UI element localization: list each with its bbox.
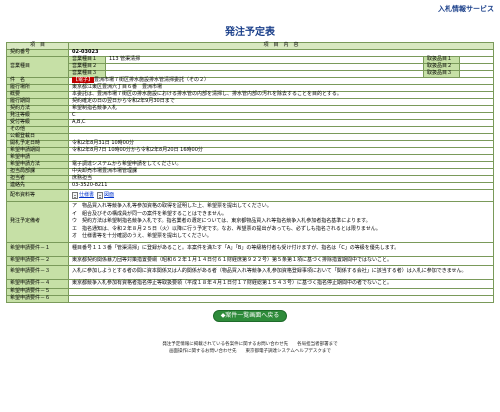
row-tel: 連絡先 03-3520-8211 xyxy=(6,182,494,190)
label-tel: 連絡先 xyxy=(6,182,69,190)
value-method: 希望制指名競争入札 xyxy=(68,105,494,113)
value-period: 契約確定の日の翌日から令和2年9月30日まで xyxy=(68,98,494,106)
value-req5 xyxy=(68,287,494,296)
row-docs: 配布資料等 仕様書 図面 xyxy=(6,189,494,202)
row-nomination: 発注予定備考 ア 物品買入れ等競争入札等参加資格の取得を証明した上、希望票を提出… xyxy=(6,201,494,243)
label-req5: 希望申請要件－５ xyxy=(6,287,69,296)
list-item: イ 組合及びその構成員が同一の案件を希望することはできません。 xyxy=(72,210,227,217)
label-req3: 希望申請要件－３ xyxy=(6,264,69,280)
business-value-1: 113 管渠清掃 xyxy=(105,56,424,64)
row-req3: 希望申請要件－３ 入札に参加しようとする者の間に資本関係又は人的関係がある者（物… xyxy=(6,264,494,280)
value-person: 庶務担当 xyxy=(68,175,494,183)
label-docs: 配布資料等 xyxy=(6,189,69,202)
value-nomination: ア 物品買入れ等競争入札等参加資格の取得を証明した上、希望票を提出してください。… xyxy=(68,201,494,243)
value-accept-grade: A,B,C xyxy=(68,119,494,127)
label-business: 営業種目 xyxy=(6,56,69,78)
row-req2: 希望申請要件－２ 東京都契約関係暴力団等対策措置要綱（昭和６２年１月１４日付６１… xyxy=(6,255,494,266)
value-req6 xyxy=(68,294,494,303)
list-item: ア 物品買入れ等競争入札等参加資格の取得を証明した上、希望票を提出してください。 xyxy=(72,203,272,209)
file-icon[interactable] xyxy=(97,192,104,199)
value-dept: 中央卸売市場豊洲市場管理課 xyxy=(68,168,494,176)
file-link-drawing[interactable]: 図面 xyxy=(104,192,114,199)
value-other xyxy=(68,126,494,134)
value-tel: 03-3520-8211 xyxy=(68,182,494,190)
value-apply-period: 令和2年8月7日 10時00分から令和2年8月20日 16時00分 xyxy=(68,147,494,155)
row-other: その他 xyxy=(6,126,494,134)
file-list: 仕様書 図面 xyxy=(72,192,490,199)
value-req3: 入札に参加しようとする者の間に資本関係又は人的関係がある者（物品買入れ等競争入札… xyxy=(68,264,494,280)
business-value-2 xyxy=(105,63,424,71)
value-req2: 東京都契約関係暴力団等対策措置要綱（昭和６２年１月１４日付６１財経庶第９２２号）… xyxy=(68,255,494,266)
footer: 発注予定情報に掲載されている各案件に関するお問い合わせ先 各局担当者部署まで 画… xyxy=(0,341,500,356)
row-req1: 希望申請要件－１ 種目番号１１３番「管渠清掃」に登録があること。本案件を満たす「… xyxy=(6,241,494,257)
footer-contact-line: 発注予定情報に掲載されている各案件に関するお問い合わせ先 各局担当者部署まで xyxy=(162,341,338,347)
footer-help-line: 画面操作に関するお問い合わせ先 東京都電子調達システムヘルプデスクまで xyxy=(169,349,331,355)
label-nomination: 発注予定備考 xyxy=(6,201,69,243)
label-req4: 希望申請要件－４ xyxy=(6,278,69,289)
file-icon[interactable] xyxy=(72,192,78,199)
header-content: 項 目 内 容 xyxy=(68,42,494,50)
item-value-3 xyxy=(458,70,495,78)
list-item: オ 仕様書等を十分確認のうえ、希望票を提出してください。 xyxy=(72,233,212,239)
row-method: 契約方法 希望制指名競争入札 xyxy=(6,105,494,113)
list-item: ウ 契約方法は希望制指名競争入札です。指名業者の選定については、東京都物品買入れ… xyxy=(72,218,371,224)
value-req4: 東京都競争入札参加有資格者指名停止等取扱要領（平成１８年４月１日付１７財経総第１… xyxy=(68,278,494,289)
label-req2: 希望申請要件－２ xyxy=(6,255,69,266)
subject-text: 豊洲市場７街区排水施設排水管清掃委託（その２） xyxy=(94,77,210,84)
item-value-1 xyxy=(458,56,495,64)
label-req6: 希望申請要件－６ xyxy=(6,294,69,303)
electronic-tag: 【電子】 xyxy=(72,77,95,84)
order-detail-table: 項 目 項 目 内 容 契約番号 02-03023 営業種目 営業種目１ 113… xyxy=(6,42,495,303)
row-req6: 希望申請要件－６ xyxy=(6,294,494,303)
value-grade: C xyxy=(68,112,494,120)
file-item-drawing[interactable]: 図面 xyxy=(97,192,114,199)
button-row: ◆案件一覧画面へ戻る xyxy=(0,309,500,324)
item-code-3: 取扱品目３ xyxy=(422,70,460,78)
row-apply-period: 希望申請期間 令和2年8月7日 10時00分から令和2年8月20日 16時00分 xyxy=(6,147,494,155)
list-item: エ 指名通知は、令和２年８月２５日（火）以降に行う予定です。なお、希望票の提出が… xyxy=(72,225,381,232)
back-to-list-button[interactable]: ◆案件一覧画面へ戻る xyxy=(212,309,288,323)
top-bar: 入札情報サービス xyxy=(0,0,500,20)
file-item-spec[interactable]: 仕様書 xyxy=(72,192,94,199)
value-docs: 仕様書 図面 xyxy=(68,189,494,202)
service-title[interactable]: 入札情報サービス xyxy=(438,5,494,13)
label-req1: 希望申請要件－１ xyxy=(6,241,69,257)
row-req4: 希望申請要件－４ 東京都競争入札参加有資格者指名停止等取扱要領（平成１８年４月１… xyxy=(6,278,494,289)
label-contract-no: 契約番号 xyxy=(6,49,69,57)
item-value-2 xyxy=(458,63,495,71)
row-req5: 希望申請要件－５ xyxy=(6,287,494,296)
file-link-spec[interactable]: 仕様書 xyxy=(79,192,94,199)
row-accept-grade: 受付等級 A,B,C xyxy=(6,119,494,127)
value-req1: 種目番号１１３番「管渠清掃」に登録があること。本案件を満たす「A」「B」の等級格… xyxy=(68,241,494,257)
page-title: 発注予定表 xyxy=(225,27,275,38)
